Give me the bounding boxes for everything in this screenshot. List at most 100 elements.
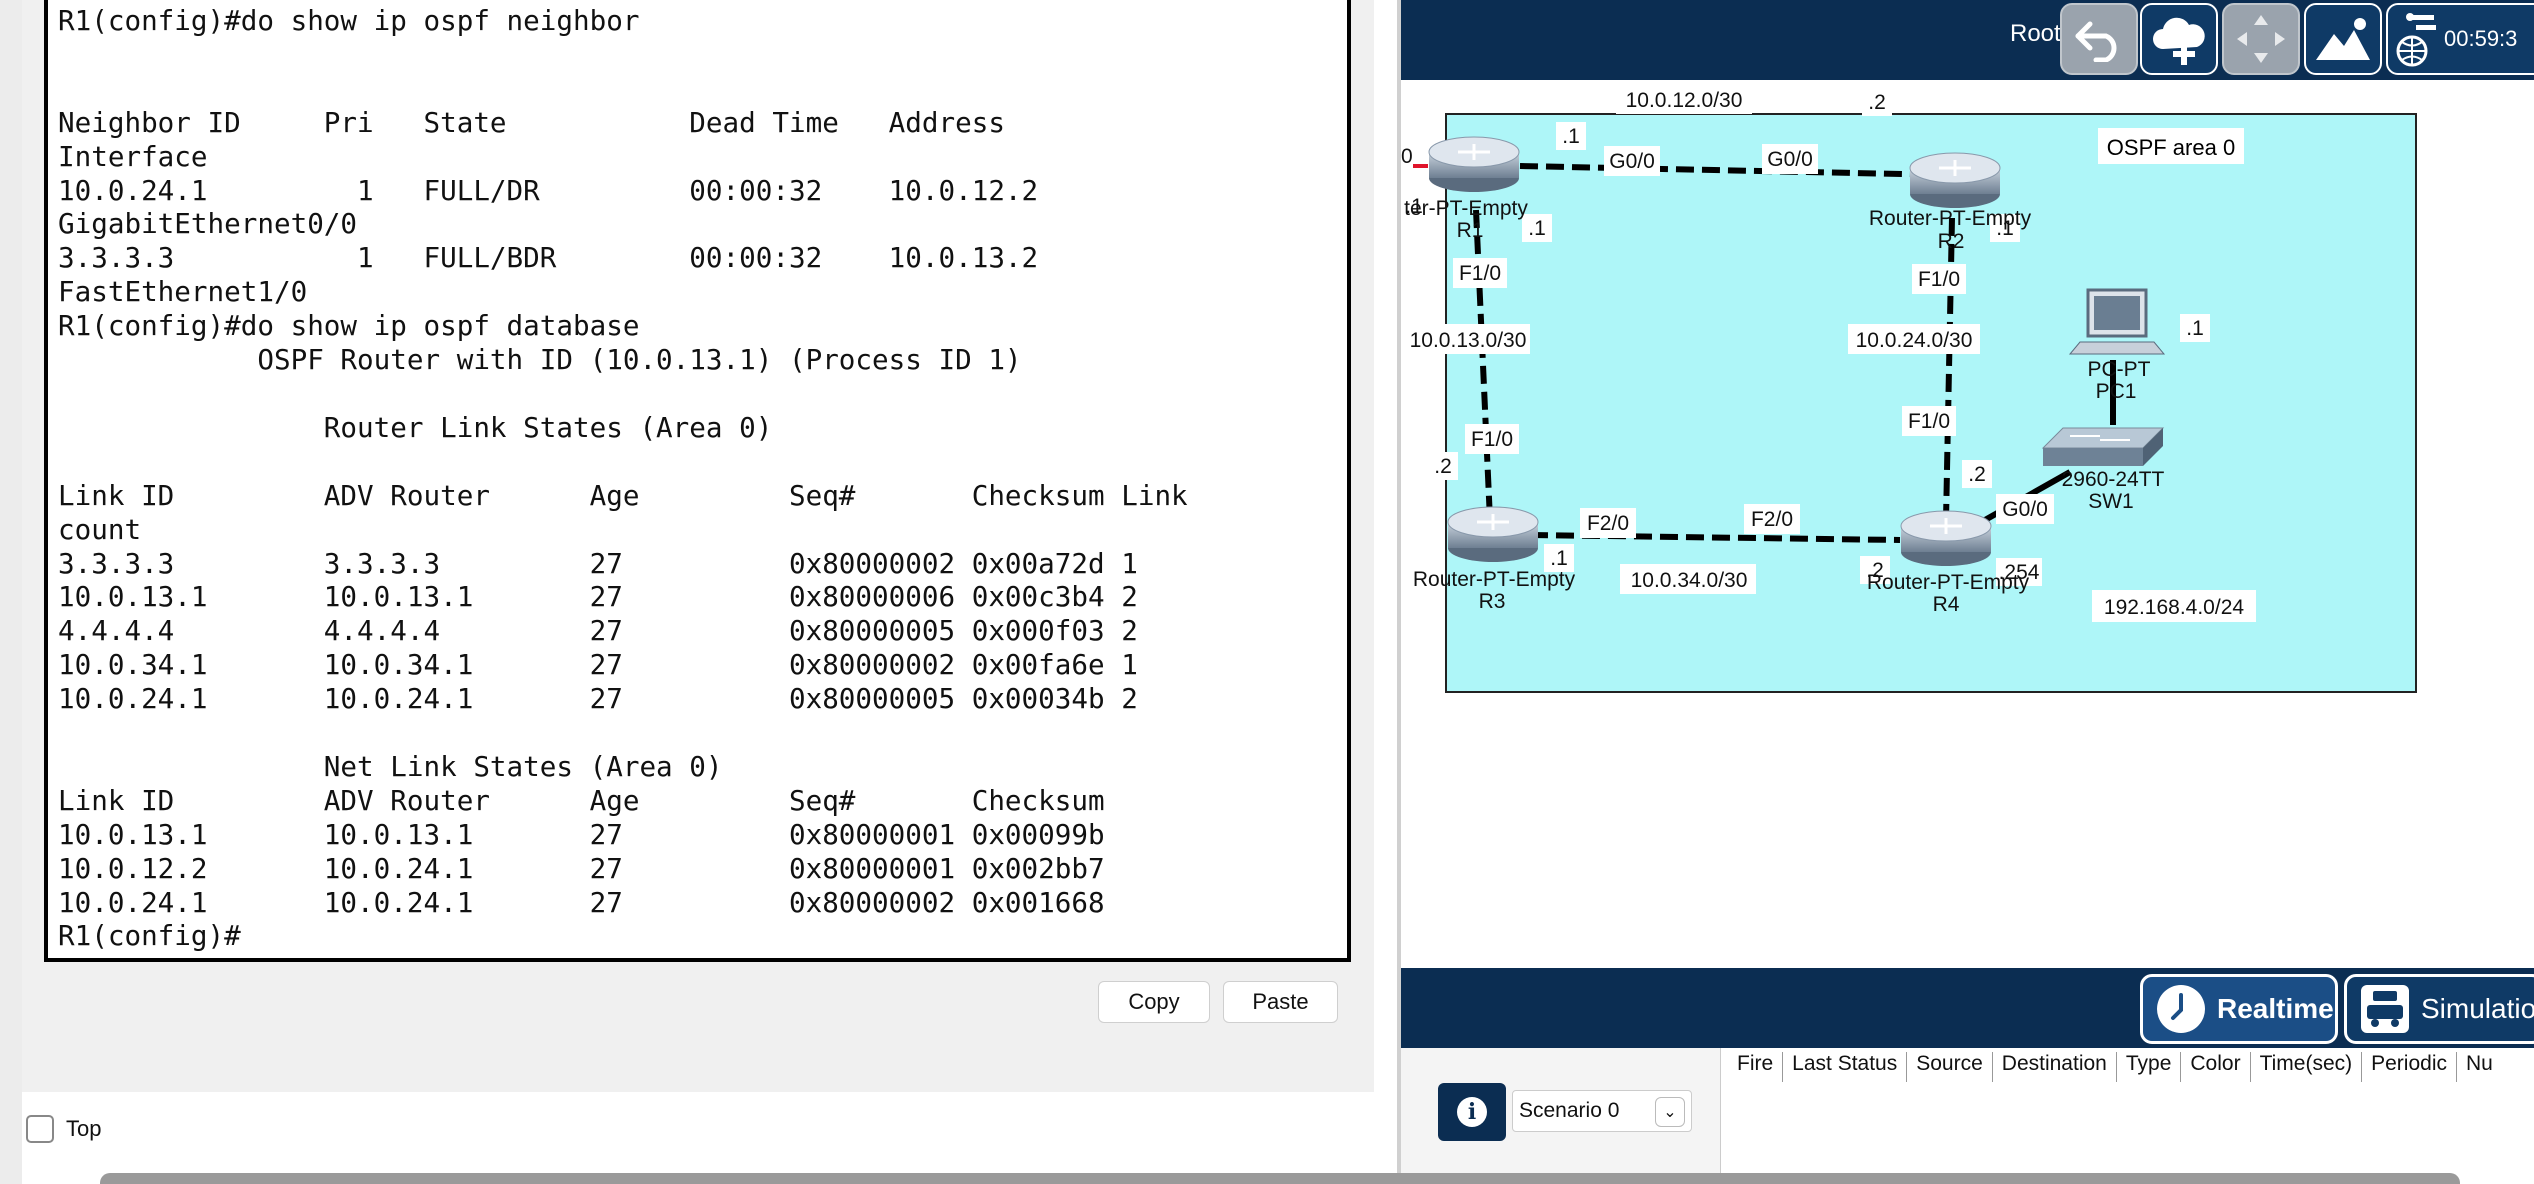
cli-left-strip	[0, 0, 22, 1184]
terminal-line: Router Link States (Area 0)	[58, 410, 773, 444]
hostid-r3-top: .2	[1434, 455, 1452, 478]
col-last-status[interactable]: Last Status	[1783, 1052, 1908, 1082]
screen: R1(config)#do show ip ospf neighbor Neig…	[0, 0, 2534, 1184]
cli-terminal[interactable]: R1(config)#do show ip ospf neighbor Neig…	[44, 0, 1351, 962]
terminal-line: Link ID ADV Router Age Seq# Checksum	[58, 783, 1105, 817]
top-checkbox-label: Top	[66, 1116, 102, 1141]
hostid-r3-f2: .1	[1550, 547, 1568, 570]
pdu-list-table[interactable]: Fire Last Status Source Destination Type…	[1720, 1048, 2534, 1184]
net-label-r1-r2: 10.0.12.0/30	[1626, 89, 1743, 112]
image-icon[interactable]	[2304, 3, 2382, 75]
terminal-line: 4.4.4.4 4.4.4.4 27 0x80000005 0x000f03 2	[58, 614, 1138, 648]
terminal-line: GigabitEthernet0/0	[58, 207, 358, 241]
cloud-add-icon[interactable]	[2140, 3, 2218, 75]
col-fire[interactable]: Fire	[1731, 1052, 1784, 1082]
logical-workspace[interactable]: OSPF area 0 10.0.12.0/30 10.0.13.0/30 10…	[1401, 80, 2534, 968]
r2-name-label: R2	[1938, 230, 1965, 253]
partial-label-left: 0	[1401, 145, 1413, 168]
r2-model-label: Router-PT-Empty	[1869, 207, 2032, 230]
pc1-name-label: PC1	[2096, 380, 2137, 403]
paste-button[interactable]: Paste	[1223, 981, 1338, 1023]
hostid-r2-top: .2	[1868, 91, 1886, 114]
pdu-table-header: Fire Last Status Source Destination Type…	[1731, 1052, 2502, 1082]
col-num[interactable]: Nu	[2457, 1052, 2502, 1082]
pc1-model-label: PC-PT	[2088, 358, 2151, 381]
clock-icon	[2157, 985, 2205, 1033]
net-label-lan: 192.168.4.0/24	[2104, 596, 2244, 619]
terminal-line: OSPF Router with ID (10.0.13.1) (Process…	[58, 343, 1022, 377]
col-color[interactable]: Color	[2181, 1052, 2251, 1082]
scenario-select-value: Scenario 0	[1519, 1099, 1620, 1122]
topology-canvas[interactable]: OSPF area 0 10.0.12.0/30 10.0.13.0/30 10…	[1401, 80, 2534, 968]
terminal-line: 3.3.3.3 3.3.3.3 27 0x80000002 0x00a72d 1	[58, 546, 1138, 580]
chevron-down-icon[interactable]: ⌄	[1655, 1097, 1685, 1127]
top-checkbox-row[interactable]: Top	[26, 1115, 101, 1143]
realtime-button[interactable]: Realtime	[2140, 974, 2338, 1044]
intf-r2-f10: F1/0	[1918, 268, 1960, 291]
intf-r3-f20: F2/0	[1587, 512, 1629, 535]
col-destination[interactable]: Destination	[1993, 1052, 2117, 1082]
clock-network-icon[interactable]: 00:59:3	[2386, 3, 2534, 75]
top-checkbox[interactable]	[26, 1115, 54, 1143]
move-icon[interactable]	[2222, 3, 2300, 75]
scenario-select[interactable]: Scenario 0 ⌄	[1512, 1090, 1692, 1132]
copy-button[interactable]: Copy	[1098, 981, 1210, 1023]
clock-time: 00:59:3	[2444, 26, 2518, 51]
router-r3[interactable]	[1447, 506, 1539, 562]
col-periodic[interactable]: Periodic	[2362, 1052, 2457, 1082]
simulation-button[interactable]: Simulation	[2344, 974, 2534, 1044]
info-icon: i	[1457, 1097, 1487, 1127]
r1-model-label: ter-PT-Empty	[1404, 197, 1528, 220]
terminal-line: Interface	[58, 139, 208, 173]
net-label-r2-r4: 10.0.24.0/30	[1856, 329, 1973, 352]
intf-r4-f20: F2/0	[1751, 508, 1793, 531]
terminal-line: R1(config)#do show ip ospf neighbor	[58, 4, 640, 37]
ospf-area-label-box: OSPF area 0	[2098, 128, 2244, 164]
hostid-r4-f1: .2	[1968, 463, 1986, 486]
r4-model-label: Router-PT-Empty	[1867, 571, 2030, 594]
terminal-line: 10.0.12.2 10.0.24.1 27 0x80000001 0x002b…	[58, 851, 1105, 885]
terminal-line: R1(config)#do show ip ospf database	[58, 309, 640, 343]
realtime-label: Realtime	[2217, 993, 2334, 1024]
terminal-line: Net Link States (Area 0)	[58, 749, 723, 783]
terminal-line: R1(config)#	[58, 919, 241, 953]
r1-name-label: R1	[1457, 219, 1484, 242]
scenario-info-button[interactable]: i	[1438, 1083, 1506, 1141]
terminal-line: 10.0.24.1 1 FULL/DR 00:00:32 10.0.12.2	[58, 173, 1039, 207]
terminal-line: 10.0.24.1 10.0.24.1 27 0x80000005 0x0003…	[58, 682, 1138, 716]
undo-icon[interactable]	[2060, 3, 2138, 75]
intf-r4-g00: G0/0	[2002, 498, 2048, 521]
switch-sw1[interactable]	[2041, 427, 2165, 466]
col-time[interactable]: Time(sec)	[2251, 1052, 2363, 1082]
sw1-model-label: 2960-24TT	[2062, 468, 2165, 491]
terminal-line: 3.3.3.3 1 FULL/BDR 00:00:32 10.0.13.2	[58, 241, 1039, 275]
hostid-pc1: .1	[2186, 317, 2204, 340]
col-type[interactable]: Type	[2117, 1052, 2182, 1082]
hostid-r1-f: .1	[1528, 217, 1546, 240]
net-label-r1-r3: 10.0.13.0/30	[1410, 329, 1527, 352]
simulation-label: Simulation	[2421, 993, 2534, 1024]
intf-r1-f10: F1/0	[1459, 262, 1501, 285]
terminal-line: FastEthernet1/0	[58, 275, 308, 309]
intf-r4-f10: F1/0	[1908, 410, 1950, 433]
terminal-line: Neighbor ID Pri State Dead Time Address	[58, 105, 1005, 139]
terminal-line: 10.0.13.1 10.0.13.1 27 0x80000006 0x00c3…	[58, 580, 1138, 614]
router-r1[interactable]	[1428, 136, 1520, 192]
root-label[interactable]: Root	[2010, 20, 2061, 48]
col-source[interactable]: Source	[1907, 1052, 1993, 1082]
router-r4[interactable]	[1900, 510, 1992, 566]
horizontal-scrollbar[interactable]	[100, 1173, 2460, 1184]
router-r2[interactable]	[1909, 152, 2001, 208]
sw1-name-label: SW1	[2088, 490, 2134, 513]
r4-name-label: R4	[1933, 593, 1960, 616]
terminal-line: 10.0.13.1 10.0.13.1 27 0x80000001 0x0009…	[58, 817, 1105, 851]
simulation-icon	[2361, 985, 2409, 1033]
cli-terminal-text: R1(config)#do show ip ospf neighbor Neig…	[58, 4, 1188, 953]
intf-r2-g00: G0/0	[1767, 148, 1813, 171]
terminal-line: 10.0.24.1 10.0.24.1 27 0x80000002 0x0016…	[58, 885, 1105, 919]
r3-name-label: R3	[1479, 590, 1506, 613]
